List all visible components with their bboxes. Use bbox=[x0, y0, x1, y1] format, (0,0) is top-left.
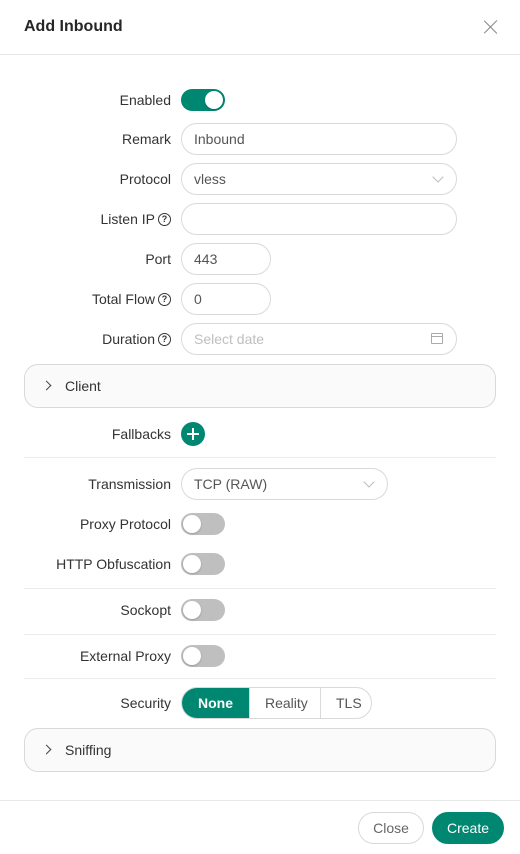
listen-ip-label: Listen IP? bbox=[101, 203, 171, 235]
fallbacks-row: Fallbacks bbox=[0, 418, 520, 450]
toggle-knob bbox=[183, 515, 201, 533]
port-input[interactable]: 443 bbox=[181, 243, 271, 275]
port-label: Port bbox=[145, 251, 171, 267]
http-obfuscation-row: HTTP Obfuscation bbox=[0, 548, 520, 580]
proxy-protocol-row: Proxy Protocol bbox=[0, 508, 520, 540]
total-flow-input[interactable]: 0 bbox=[181, 283, 271, 315]
chevron-down-icon bbox=[432, 171, 444, 183]
client-collapse[interactable]: Client bbox=[24, 364, 496, 408]
sockopt-row: Sockopt bbox=[0, 594, 520, 626]
divider bbox=[24, 678, 496, 679]
transmission-select[interactable]: TCP (RAW) bbox=[181, 468, 388, 500]
http-obfuscation-label: HTTP Obfuscation bbox=[56, 556, 171, 572]
toggle-knob bbox=[205, 91, 223, 109]
calendar-icon bbox=[431, 333, 443, 344]
security-option-none[interactable]: None bbox=[182, 688, 249, 718]
proxy-protocol-toggle[interactable] bbox=[181, 513, 225, 535]
transmission-row: Transmission TCP (RAW) bbox=[0, 468, 520, 500]
external-proxy-row: External Proxy bbox=[0, 640, 520, 672]
close-icon[interactable] bbox=[482, 18, 500, 36]
create-button[interactable]: Create bbox=[432, 812, 504, 844]
security-label: Security bbox=[120, 695, 171, 711]
help-icon[interactable]: ? bbox=[158, 292, 171, 306]
dialog-header: Add Inbound bbox=[0, 0, 520, 55]
duration-label: Duration? bbox=[102, 323, 171, 355]
listen-ip-row: Listen IP? bbox=[0, 203, 520, 235]
sniffing-collapse[interactable]: Sniffing bbox=[24, 728, 496, 772]
remark-label: Remark bbox=[121, 131, 171, 147]
chevron-right-icon bbox=[41, 380, 52, 391]
protocol-select[interactable]: vless bbox=[181, 163, 457, 195]
listen-ip-input[interactable] bbox=[181, 203, 457, 235]
close-button[interactable]: Close bbox=[358, 812, 424, 844]
help-icon[interactable]: ? bbox=[158, 332, 171, 346]
total-flow-row: Total Flow? 0 bbox=[0, 283, 520, 315]
divider bbox=[24, 588, 496, 589]
sockopt-label: Sockopt bbox=[120, 602, 171, 618]
proxy-protocol-label: Proxy Protocol bbox=[79, 516, 171, 532]
chevron-right-icon bbox=[41, 744, 52, 755]
enabled-toggle[interactable] bbox=[181, 89, 225, 111]
duration-placeholder: Select date bbox=[194, 331, 265, 347]
total-flow-label: Total Flow? bbox=[92, 283, 171, 315]
chevron-down-icon bbox=[363, 476, 375, 488]
transmission-label: Transmission bbox=[88, 476, 171, 492]
duration-date-picker[interactable]: Select date bbox=[181, 323, 457, 355]
help-icon[interactable]: ? bbox=[158, 212, 171, 226]
port-row: Port 443 bbox=[0, 243, 520, 275]
enabled-label: Enabled bbox=[119, 92, 171, 108]
divider bbox=[24, 457, 496, 458]
enabled-row: Enabled bbox=[0, 84, 520, 116]
transmission-value: TCP (RAW) bbox=[194, 476, 268, 492]
sockopt-toggle[interactable] bbox=[181, 599, 225, 621]
dialog-footer: Close Create bbox=[0, 800, 520, 854]
protocol-row: Protocol vless bbox=[0, 163, 520, 195]
protocol-value: vless bbox=[194, 171, 226, 187]
toggle-knob bbox=[183, 647, 201, 665]
toggle-knob bbox=[183, 601, 201, 619]
http-obfuscation-toggle[interactable] bbox=[181, 553, 225, 575]
add-fallback-button[interactable] bbox=[181, 422, 205, 446]
client-collapse-label: Client bbox=[65, 378, 101, 394]
remark-input[interactable]: Inbound bbox=[181, 123, 457, 155]
security-radio-group: None Reality TLS bbox=[181, 687, 372, 719]
sniffing-collapse-label: Sniffing bbox=[65, 742, 112, 758]
security-option-tls[interactable]: TLS bbox=[320, 688, 371, 718]
remark-row: Remark Inbound bbox=[0, 123, 520, 155]
toggle-knob bbox=[183, 555, 201, 573]
duration-row: Duration? Select date bbox=[0, 323, 520, 355]
external-proxy-toggle[interactable] bbox=[181, 645, 225, 667]
security-option-reality[interactable]: Reality bbox=[249, 688, 320, 718]
security-row: Security None Reality TLS bbox=[0, 687, 520, 719]
dialog-title: Add Inbound bbox=[24, 18, 123, 35]
external-proxy-label: External Proxy bbox=[79, 648, 171, 664]
fallbacks-label: Fallbacks bbox=[111, 426, 171, 442]
protocol-label: Protocol bbox=[119, 171, 171, 187]
divider bbox=[24, 634, 496, 635]
